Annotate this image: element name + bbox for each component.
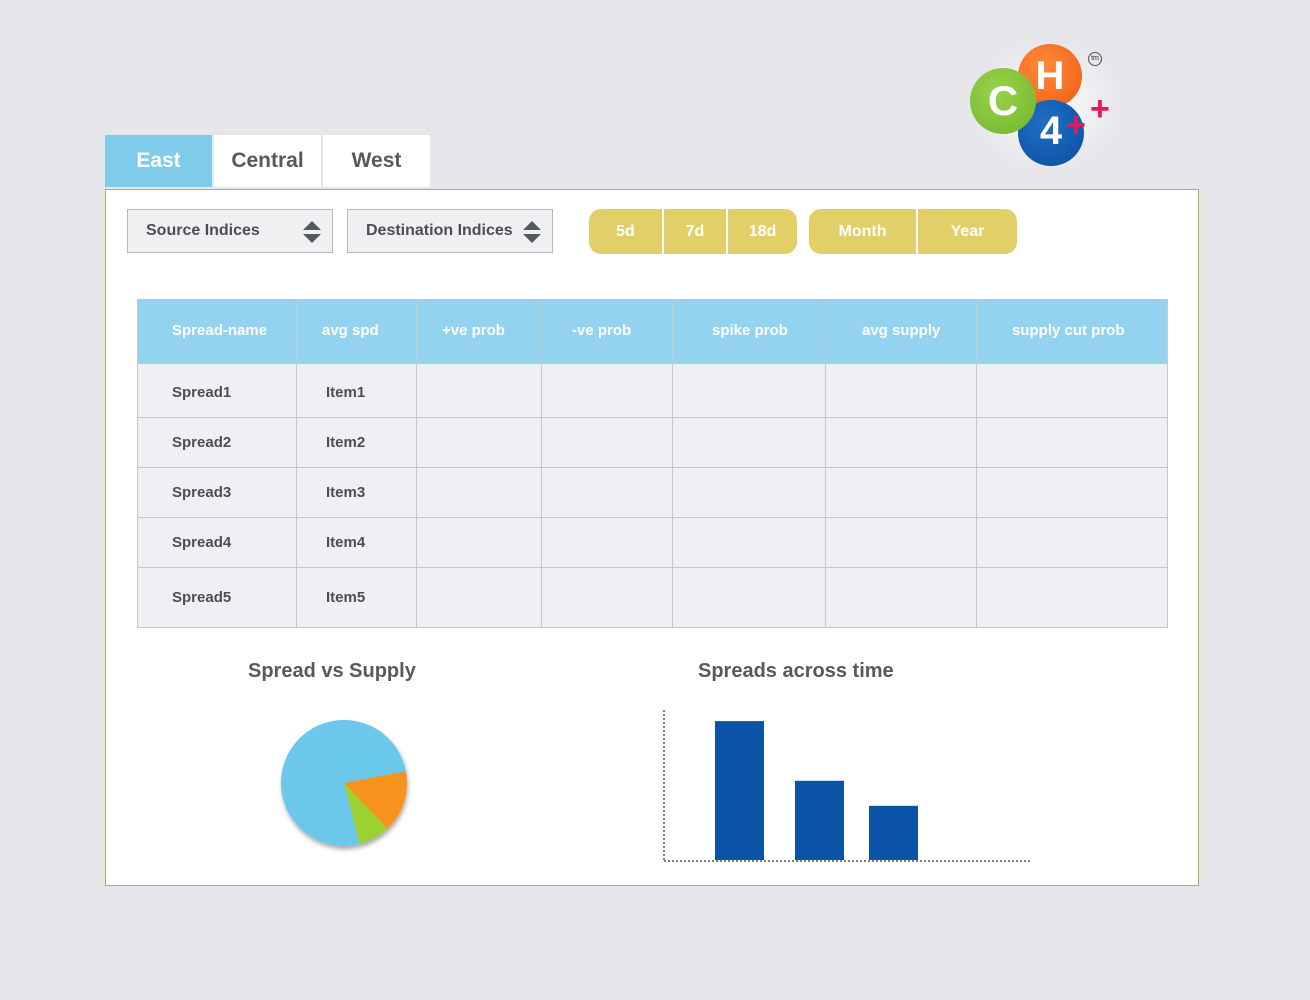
tab-west[interactable]: West: [323, 135, 430, 187]
pie-chart-title: Spread vs Supply: [248, 660, 416, 682]
spread-table: Spread-name avg spd +ve prob -ve prob sp…: [137, 299, 1168, 628]
cell: [825, 466, 977, 518]
table-row: Spread2 Item2: [137, 416, 1168, 468]
cell: [541, 566, 673, 628]
col-pos-prob: +ve prob: [416, 299, 542, 364]
logo-plus-1: +: [1066, 106, 1086, 144]
cell: [541, 516, 673, 568]
table-header-row: Spread-name avg spd +ve prob -ve prob sp…: [137, 299, 1168, 364]
cell: [416, 566, 542, 628]
cell: [976, 466, 1168, 518]
up-down-arrows-icon: [303, 221, 321, 243]
cell: [976, 516, 1168, 568]
source-indices-value: Source Indices: [146, 222, 260, 239]
col-avg-spd: avg spd: [296, 299, 417, 364]
col-supply-cut-prob: supply cut prob: [976, 299, 1168, 364]
day-period-group: 5d 7d 18d: [589, 209, 797, 254]
ch4-logo: H 4 C + + tm: [962, 40, 1132, 170]
cell: [825, 516, 977, 568]
cell: [825, 416, 977, 468]
bar-chart-title: Spreads across time: [698, 660, 894, 682]
bar: [869, 805, 918, 860]
spreads-across-time-bar-chart: [663, 710, 1030, 862]
table-row: Spread5 Item5: [137, 566, 1168, 628]
spread-vs-supply-pie-chart: [280, 720, 407, 847]
tab-east[interactable]: East: [105, 135, 212, 187]
cell-avg-spd: Item1: [296, 362, 417, 418]
period-18d-button[interactable]: 18d: [726, 209, 797, 254]
logo-plus-2: +: [1090, 90, 1110, 128]
cell: [541, 466, 673, 518]
cell: [976, 362, 1168, 418]
destination-indices-select[interactable]: Destination Indices: [347, 209, 553, 253]
cell-spread-name: Spread5: [137, 566, 297, 628]
col-spread-name: Spread-name: [137, 299, 297, 364]
cell-spread-name: Spread3: [137, 466, 297, 518]
table-row: Spread1 Item1: [137, 362, 1168, 418]
period-year-button[interactable]: Year: [916, 209, 1017, 254]
cell: [416, 416, 542, 468]
up-down-arrows-icon: [523, 221, 541, 243]
col-neg-prob: -ve prob: [541, 299, 673, 364]
cell: [416, 466, 542, 518]
cell: [541, 416, 673, 468]
cell-avg-spd: Item5: [296, 566, 417, 628]
col-avg-supply: avg supply: [825, 299, 977, 364]
cell: [825, 566, 977, 628]
cell: [541, 362, 673, 418]
cell: [672, 466, 826, 518]
region-tabs: East Central West: [105, 135, 430, 187]
cell: [672, 362, 826, 418]
cell: [416, 516, 542, 568]
logo-c-ball: C: [970, 68, 1036, 134]
destination-indices-value: Destination Indices: [366, 222, 513, 239]
tab-central[interactable]: Central: [214, 135, 321, 187]
cell-spread-name: Spread2: [137, 416, 297, 468]
cell-spread-name: Spread4: [137, 516, 297, 568]
cell: [672, 516, 826, 568]
cell-avg-spd: Item3: [296, 466, 417, 518]
table-row: Spread3 Item3: [137, 466, 1168, 518]
cell: [976, 416, 1168, 468]
bar: [795, 780, 844, 860]
source-indices-select[interactable]: Source Indices: [127, 209, 333, 253]
cell: [825, 362, 977, 418]
col-spike-prob: spike prob: [672, 299, 826, 364]
cell-avg-spd: Item2: [296, 416, 417, 468]
cell: [416, 362, 542, 418]
cell: [672, 416, 826, 468]
bar: [715, 721, 764, 860]
main-panel: Source Indices Destination Indices 5d 7d…: [105, 189, 1199, 886]
period-7d-button[interactable]: 7d: [662, 209, 726, 254]
cell: [672, 566, 826, 628]
period-5d-button[interactable]: 5d: [589, 209, 662, 254]
trademark-symbol: tm: [1088, 52, 1102, 66]
cell-spread-name: Spread1: [137, 362, 297, 418]
range-period-group: Month Year: [809, 209, 1017, 254]
period-month-button[interactable]: Month: [809, 209, 916, 254]
table-row: Spread4 Item4: [137, 516, 1168, 568]
cell: [976, 566, 1168, 628]
cell-avg-spd: Item4: [296, 516, 417, 568]
